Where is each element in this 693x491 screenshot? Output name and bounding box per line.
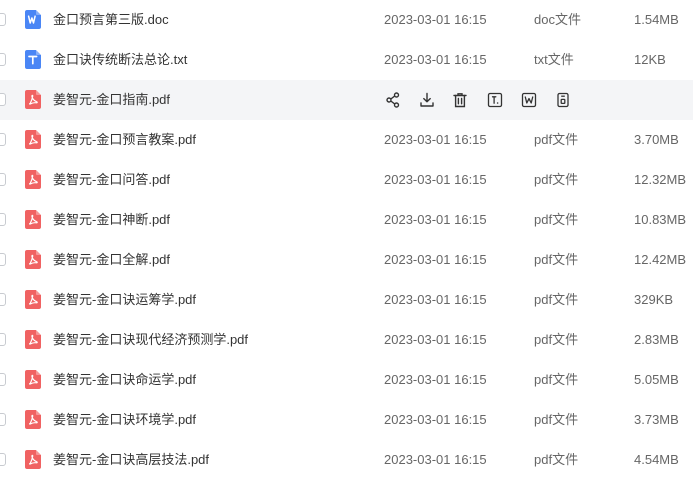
pdf-file-icon	[25, 130, 41, 149]
file-date: 2023-03-01 16:15	[384, 412, 487, 427]
row-checkbox[interactable]	[0, 413, 6, 426]
file-date: 2023-03-01 16:15	[384, 12, 487, 27]
file-date: 2023-03-01 16:15	[384, 452, 487, 467]
pdf-file-icon	[25, 450, 41, 469]
file-date: 2023-03-01 16:15	[384, 172, 487, 187]
pdf-file-icon	[25, 90, 41, 109]
file-size: 12.32MB	[634, 172, 687, 187]
file-row[interactable]: 姜智元-金口问答.pdf 2023-03-01 16:15 pdf文件 12.32MB	[0, 160, 693, 200]
pdf-file-icon	[25, 370, 41, 389]
file-name[interactable]: 姜智元-金口诀高层技法.pdf	[53, 451, 209, 469]
file-type: pdf文件	[534, 292, 579, 307]
file-type: pdf文件	[534, 332, 579, 347]
row-checkbox[interactable]	[0, 453, 6, 466]
file-type: pdf文件	[534, 452, 579, 467]
file-date: 2023-03-01 16:15	[384, 52, 487, 67]
row-checkbox[interactable]	[0, 133, 6, 146]
file-size: 12KB	[634, 52, 666, 67]
file-name[interactable]: 姜智元-金口问答.pdf	[53, 171, 170, 189]
file-size: 3.73MB	[634, 412, 679, 427]
more-file-icon[interactable]	[554, 91, 572, 109]
row-checkbox[interactable]	[0, 213, 6, 226]
file-type: pdf文件	[534, 172, 579, 187]
row-checkbox[interactable]	[0, 293, 6, 306]
file-row[interactable]: 姜智元-金口诀现代经济预测学.pdf 2023-03-01 16:15 pdf文件 2…	[0, 320, 693, 360]
file-size: 1.54MB	[634, 12, 679, 27]
pdf-file-icon	[25, 170, 41, 189]
file-size: 12.42MB	[634, 252, 687, 267]
file-row-hovered[interactable]: 姜智元-金口指南.pdf	[0, 80, 693, 120]
file-date: 2023-03-01 16:15	[384, 212, 487, 227]
file-row[interactable]: 金口诀传统断法总论.txt 2023-03-01 16:15 txt文件 12KB	[0, 40, 693, 80]
delete-icon[interactable]	[451, 91, 469, 109]
file-date: 2023-03-01 16:15	[384, 252, 487, 267]
file-type: txt文件	[534, 52, 574, 67]
file-row[interactable]: 金口预言第三版.doc 2023-03-01 16:15 doc文件 1.54MB	[0, 0, 693, 40]
file-row[interactable]: 姜智元-金口诀环境学.pdf 2023-03-01 16:15 pdf文件 3.73M…	[0, 400, 693, 440]
file-name[interactable]: 金口预言第三版.doc	[53, 11, 169, 29]
file-name[interactable]: 姜智元-金口预言教案.pdf	[53, 131, 196, 149]
text-extract-icon[interactable]	[486, 91, 504, 109]
file-row[interactable]: 姜智元-金口诀运筹学.pdf 2023-03-01 16:15 pdf文件 329KB	[0, 280, 693, 320]
row-checkbox[interactable]	[0, 93, 6, 106]
file-date: 2023-03-01 16:15	[384, 372, 487, 387]
pdf-file-icon	[25, 410, 41, 429]
file-name[interactable]: 姜智元-金口诀运筹学.pdf	[53, 291, 196, 309]
convert-to-word-icon[interactable]	[520, 91, 538, 109]
row-checkbox[interactable]	[0, 173, 6, 186]
file-date: 2023-03-01 16:15	[384, 132, 487, 147]
file-size: 5.05MB	[634, 372, 679, 387]
file-size: 10.83MB	[634, 212, 687, 227]
file-date: 2023-03-01 16:15	[384, 332, 487, 347]
file-size: 4.54MB	[634, 452, 679, 467]
file-date: 2023-03-01 16:15	[384, 292, 487, 307]
txt-file-icon	[25, 50, 41, 69]
file-type: pdf文件	[534, 252, 579, 267]
pdf-file-icon	[25, 210, 41, 229]
file-name[interactable]: 姜智元-金口诀命运学.pdf	[53, 371, 196, 389]
file-name[interactable]: 姜智元-金口诀环境学.pdf	[53, 411, 196, 429]
share-icon[interactable]	[384, 91, 402, 109]
file-name[interactable]: 姜智元-金口诀现代经济预测学.pdf	[53, 331, 248, 349]
file-name[interactable]: 金口诀传统断法总论.txt	[53, 51, 187, 69]
row-checkbox[interactable]	[0, 13, 6, 26]
file-row[interactable]: 姜智元-金口预言教案.pdf 2023-03-01 16:15 pdf文件 3.70M…	[0, 120, 693, 160]
row-checkbox[interactable]	[0, 333, 6, 346]
file-row[interactable]: 姜智元-金口全解.pdf 2023-03-01 16:15 pdf文件 12.42MB	[0, 240, 693, 280]
row-checkbox[interactable]	[0, 53, 6, 66]
word-file-icon	[25, 10, 41, 29]
file-type: doc文件	[534, 12, 581, 27]
file-type: pdf文件	[534, 372, 579, 387]
file-type: pdf文件	[534, 412, 579, 427]
row-checkbox[interactable]	[0, 253, 6, 266]
file-type: pdf文件	[534, 132, 579, 147]
file-name[interactable]: 姜智元-金口神断.pdf	[53, 211, 170, 229]
file-size: 3.70MB	[634, 132, 679, 147]
file-name[interactable]: 姜智元-金口指南.pdf	[53, 91, 170, 109]
download-icon[interactable]	[418, 91, 436, 109]
pdf-file-icon	[25, 330, 41, 349]
file-name[interactable]: 姜智元-金口全解.pdf	[53, 251, 170, 269]
pdf-file-icon	[25, 250, 41, 269]
file-list: 金口预言第三版.doc 2023-03-01 16:15 doc文件 1.54MB 金口…	[0, 0, 693, 491]
file-size: 2.83MB	[634, 332, 679, 347]
file-type: pdf文件	[534, 212, 579, 227]
file-row[interactable]: 姜智元-金口神断.pdf 2023-03-01 16:15 pdf文件 10.83MB	[0, 200, 693, 240]
pdf-file-icon	[25, 290, 41, 309]
row-checkbox[interactable]	[0, 373, 6, 386]
file-row[interactable]: 姜智元-金口诀命运学.pdf 2023-03-01 16:15 pdf文件 5.05M…	[0, 360, 693, 400]
file-row[interactable]: 姜智元-金口诀高层技法.pdf 2023-03-01 16:15 pdf文件 4.54…	[0, 440, 693, 480]
file-size: 329KB	[634, 292, 674, 307]
